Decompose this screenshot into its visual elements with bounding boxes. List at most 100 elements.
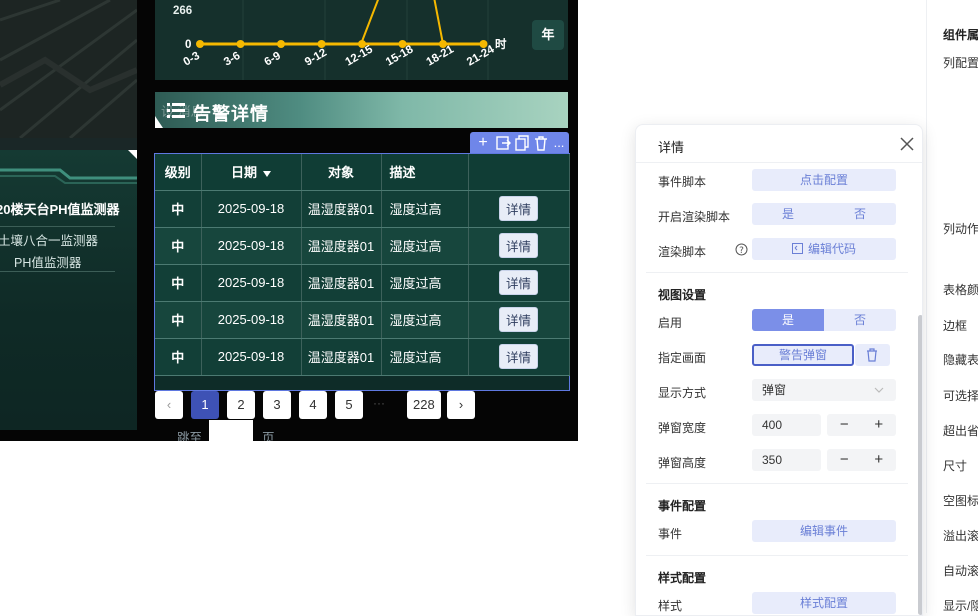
increment-button[interactable]: + (862, 414, 897, 436)
edit-code-button[interactable]: 编辑代码 (752, 238, 896, 260)
cell-date: 2025-09-18 (201, 227, 302, 265)
year-button[interactable]: 年 (532, 20, 564, 50)
prev-page-button[interactable]: ‹ (155, 391, 183, 419)
table-row[interactable]: 中 2025-09-18 温湿度器01 湿度过高 详情 (155, 227, 570, 265)
last-page-button[interactable]: 228 (407, 391, 441, 419)
prop-ellipsis[interactable]: 超出省略 (943, 422, 978, 439)
sort-desc-icon[interactable] (263, 170, 271, 177)
cell-level: 中 (155, 227, 202, 265)
prop-border[interactable]: 边框 (943, 317, 967, 334)
clear-target-button[interactable] (855, 344, 890, 366)
table-row[interactable]: 中 2025-09-18 温湿度器01 湿度过高 详情 (155, 301, 570, 339)
column-header-date[interactable]: 日期 (201, 154, 302, 191)
table-row[interactable]: 中 2025-09-18 温湿度器01 湿度过高 详情 (155, 264, 570, 302)
page-button[interactable]: 4 (299, 391, 327, 419)
enable-yes[interactable]: 是 (752, 309, 824, 331)
target-screen-select[interactable]: 警告弹窗 (752, 344, 854, 366)
jump-page-input[interactable] (209, 420, 253, 441)
page-button[interactable]: 5 (335, 391, 363, 419)
close-icon[interactable] (898, 135, 916, 153)
divider (646, 555, 908, 556)
cell-object: 温湿度器01 (301, 338, 382, 376)
detail-button[interactable]: 详情 (498, 233, 538, 258)
divider (646, 483, 908, 484)
next-page-button[interactable]: › (447, 391, 475, 419)
device-list-item[interactable]: 土壤八合一监测器 (0, 230, 135, 249)
device-panel (0, 150, 137, 430)
detail-button[interactable]: 详情 (498, 344, 538, 369)
display-mode-select[interactable]: 弹窗 (752, 379, 896, 401)
cell-action: 详情 (468, 338, 570, 376)
device-title: 20楼天台PH值监测器 (0, 202, 120, 217)
render-script-yes[interactable]: 是 (752, 203, 824, 225)
page-button[interactable]: 1 (191, 391, 219, 419)
cell-action: 详情 (468, 190, 570, 228)
map-thumbnail (0, 0, 137, 140)
y-zero-label: 0 (185, 39, 191, 51)
prop-empty-icon[interactable]: 空图标 (943, 492, 978, 509)
alarm-table: 级别 日期 对象 描述 中 2025-09-18 温湿度器01 湿度过高 详情中 2025… (154, 153, 570, 391)
popup-width-label: 弹窗宽度 (658, 421, 707, 435)
prop-show-hide[interactable]: 显示/隐 (943, 597, 978, 614)
column-header-level[interactable]: 级别 (155, 154, 202, 191)
cell-level: 中 (155, 301, 202, 339)
column-header-object[interactable]: 对象 (301, 154, 382, 191)
detail-button[interactable]: 详情 (498, 307, 538, 332)
data-point[interactable] (236, 40, 245, 48)
render-script-no[interactable]: 否 (824, 203, 896, 225)
column-header-description[interactable]: 描述 (381, 154, 469, 191)
export-icon[interactable] (494, 134, 512, 152)
cell-action: 详情 (468, 264, 570, 302)
device-list-item[interactable]: PH值监测器 (14, 252, 137, 271)
render-script-toggle-label: 开启渲染脚本 (658, 210, 731, 224)
prop-columns[interactable]: 列配置 (943, 54, 978, 71)
copy-icon[interactable] (513, 134, 531, 152)
event-config-title: 事件配置 (658, 499, 707, 513)
table-row[interactable]: 中 2025-09-18 温湿度器01 湿度过高 详情 (155, 338, 570, 376)
edit-code-label: 编辑代码 (807, 242, 856, 256)
left-column: 20楼天台PH值监测器 土壤八合一监测器 PH值监测器 (0, 0, 137, 430)
prop-overflow-scroll[interactable]: 溢出滚动 (943, 527, 978, 544)
prop-auto-scroll[interactable]: 自动滚动 (943, 562, 978, 579)
prop-selectable[interactable]: 可选择 (943, 387, 978, 404)
table-row[interactable]: 中 2025-09-18 温湿度器01 湿度过高 详情 (155, 190, 570, 228)
detail-button[interactable]: 详情 (498, 270, 538, 295)
popup-height-label: 弹窗高度 (658, 456, 707, 470)
page-button[interactable]: 2 (227, 391, 255, 419)
delete-icon[interactable] (532, 134, 550, 152)
help-icon[interactable]: ? (735, 243, 748, 256)
modal-scrollbar[interactable] (918, 315, 922, 615)
decrement-button[interactable]: − (827, 449, 862, 471)
style-label: 样式 (658, 599, 683, 613)
cell-date: 2025-09-18 (201, 264, 302, 302)
cell-description: 湿度过高 (381, 301, 469, 339)
data-point[interactable] (277, 40, 285, 48)
event-script-config-button[interactable]: 点击配置 (752, 169, 896, 191)
page-button[interactable]: 3 (263, 391, 291, 419)
popup-width-input[interactable]: 400 (752, 414, 821, 436)
decrement-button[interactable]: − (827, 414, 862, 436)
detail-button[interactable]: 详情 (498, 196, 538, 221)
enable-toggle: 是 否 (752, 309, 896, 331)
alarm-header-decoration (155, 116, 163, 128)
details-modal: 详情 事件脚本 点击配置 开启渲染脚本 是 否 渲染脚本 ? 编辑代码 视图设置… (635, 124, 923, 616)
chevron-down-icon (874, 387, 884, 393)
data-point[interactable] (196, 40, 204, 48)
jump-prefix: 跳至 (177, 431, 203, 441)
prop-column-actions[interactable]: 列动作 (943, 220, 978, 237)
more-icon[interactable]: ... (550, 134, 568, 152)
prop-hide-header[interactable]: 隐藏表头 (943, 351, 978, 368)
display-mode-label: 显示方式 (658, 386, 707, 400)
enable-no[interactable]: 否 (824, 309, 896, 331)
popup-height-input[interactable]: 350 (752, 449, 821, 471)
add-icon[interactable]: + (474, 134, 492, 152)
style-config-button[interactable]: 样式配置 (752, 592, 896, 614)
page-ellipsis[interactable]: ··· (373, 396, 385, 410)
edit-event-button[interactable]: 编辑事件 (752, 520, 896, 542)
increment-button[interactable]: + (862, 449, 897, 471)
prop-table-color[interactable]: 表格颜色 (943, 281, 978, 298)
event-label: 事件 (658, 527, 683, 541)
prop-size[interactable]: 尺寸 (943, 457, 967, 474)
trash-icon (867, 348, 877, 362)
cell-date: 2025-09-18 (201, 190, 302, 228)
